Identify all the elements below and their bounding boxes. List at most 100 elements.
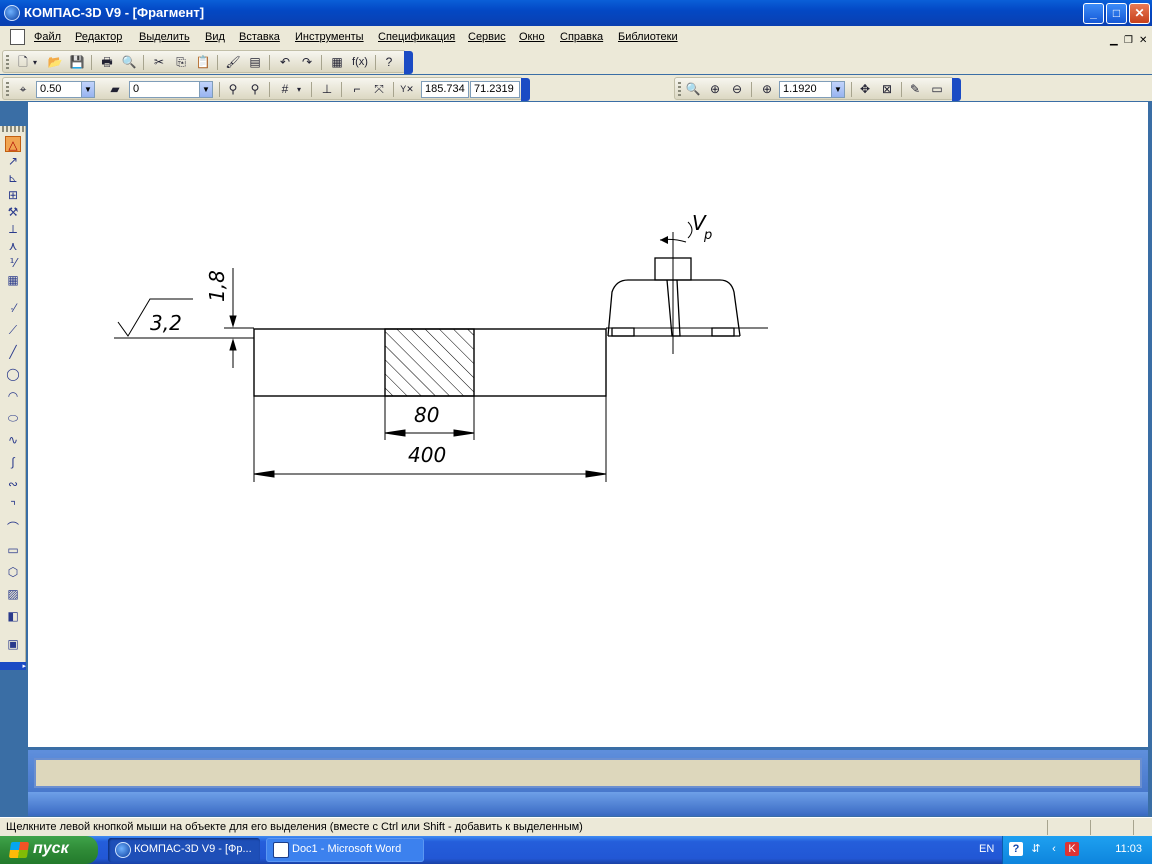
minimize-button[interactable]: _	[1083, 3, 1104, 24]
cut-icon[interactable]: ✂	[151, 55, 167, 70]
language-indicator[interactable]: EN	[979, 843, 994, 855]
drawing-canvas[interactable]: 3,2 1,8 80 400 V p	[28, 102, 1148, 747]
toolbar-options-icon[interactable]: ▸	[0, 662, 26, 670]
polyline-icon[interactable]: ∾	[5, 476, 21, 492]
fill-icon[interactable]: ◧	[5, 608, 21, 624]
manager-icon[interactable]: ▦	[329, 55, 345, 70]
tray-expand-icon[interactable]: ‹	[1047, 842, 1061, 856]
print-preview-icon[interactable]: 🔍	[121, 55, 137, 70]
arc-icon[interactable]: ◠	[5, 388, 21, 404]
layers-icon[interactable]: ▰	[107, 82, 123, 97]
bezier-icon[interactable]: ∫	[5, 454, 21, 470]
auxiliary-line-icon[interactable]: ⟋	[5, 322, 21, 338]
refresh-view-icon[interactable]: ✎	[907, 82, 923, 97]
menu-specification[interactable]: Спецификация	[378, 31, 455, 43]
step-field[interactable]: 0.50	[36, 81, 82, 98]
menu-help[interactable]: Справка	[560, 31, 603, 43]
parametric-mode-icon[interactable]: ⤧	[371, 82, 387, 97]
coord-x-field[interactable]: 185.734	[421, 81, 469, 98]
antivirus-tray-icon[interactable]: K	[1065, 842, 1079, 856]
open-icon[interactable]: 📂	[47, 55, 63, 70]
reports-panel-icon[interactable]: ▦	[5, 272, 21, 288]
geometry-panel-icon[interactable]: △	[5, 136, 21, 152]
snap-local-icon[interactable]: ⚲	[225, 82, 241, 97]
new-document-icon[interactable]: 🗋	[15, 55, 31, 70]
local-cs-icon[interactable]: ⊥	[319, 82, 335, 97]
ortho-mode-icon[interactable]: ⌐	[349, 82, 365, 97]
menu-select[interactable]: Выделить	[139, 31, 190, 43]
drawing-svg[interactable]: 3,2 1,8 80 400 V p	[28, 102, 1148, 747]
toolbar-options-icon[interactable]	[521, 78, 530, 101]
point-icon[interactable]: ·⁄	[5, 300, 21, 316]
dimensions-panel-icon[interactable]: ↗	[5, 153, 21, 169]
close-button[interactable]: ✕	[1129, 3, 1150, 24]
spline-icon[interactable]: ∿	[5, 432, 21, 448]
menu-service[interactable]: Сервис	[468, 31, 506, 43]
parametrization-panel-icon[interactable]: ⚒	[5, 204, 21, 220]
spec-panel-icon[interactable]: ⅟	[5, 255, 21, 271]
pan-icon[interactable]: ✥	[857, 82, 873, 97]
snap-global-icon[interactable]: ⚲	[247, 82, 263, 97]
help-tray-icon[interactable]: ?	[1009, 842, 1023, 856]
mdi-close-icon[interactable]: ✕	[1139, 35, 1147, 46]
mdi-minimize-icon[interactable]: ▁	[1110, 35, 1118, 46]
coord-y-field[interactable]: 71.2319	[470, 81, 520, 98]
fillet-icon[interactable]: ⌒	[5, 520, 21, 536]
selection-panel-icon[interactable]: ⋏	[5, 238, 21, 254]
menu-editor[interactable]: Редактор	[75, 31, 122, 43]
menu-window[interactable]: Окно	[519, 31, 545, 43]
rectangle-icon[interactable]: ▭	[5, 542, 21, 558]
print-icon[interactable]: 🖶	[99, 55, 115, 70]
start-button[interactable]: пуск	[0, 836, 98, 864]
milling-cutter[interactable]	[606, 221, 768, 354]
chamfer-icon[interactable]: ⌝	[5, 498, 21, 514]
layer-field[interactable]: 0	[129, 81, 201, 98]
zoom-field[interactable]: 1.1920	[779, 81, 835, 98]
circle-icon[interactable]: ◯	[5, 366, 21, 382]
zoom-in-icon[interactable]: ⊕	[707, 82, 723, 97]
zoom-dropdown-icon[interactable]: ▼	[831, 81, 845, 98]
display-settings-icon[interactable]: ▭	[929, 82, 945, 97]
editing-panel-icon[interactable]: ⊞	[5, 187, 21, 203]
undo-icon[interactable]: ↶	[277, 55, 293, 70]
mdi-restore-icon[interactable]: ❐	[1124, 35, 1133, 46]
properties-input-area[interactable]	[34, 758, 1142, 788]
redo-icon[interactable]: ↷	[299, 55, 315, 70]
new-dropdown-icon[interactable]: ▾	[31, 55, 39, 70]
zoom-scale-icon[interactable]: ⊕	[759, 82, 775, 97]
zoom-window-icon[interactable]: 🔍	[685, 82, 701, 97]
menu-view[interactable]: Вид	[205, 31, 225, 43]
maximize-button[interactable]: □	[1106, 3, 1127, 24]
save-icon[interactable]: 💾	[69, 55, 85, 70]
zoom-extents-icon[interactable]: ⊠	[879, 82, 895, 97]
insert-fragment-icon[interactable]: ▣	[5, 636, 21, 652]
toolbar-options-icon[interactable]	[404, 51, 413, 74]
cursor-step-icon[interactable]: ⌖	[15, 82, 31, 97]
grid-dropdown-icon[interactable]: ▾	[295, 82, 303, 97]
properties-brush-icon[interactable]: 🖌	[225, 55, 241, 70]
menu-tools[interactable]: Инструменты	[295, 31, 364, 43]
variables-fx-icon[interactable]: f(x)	[349, 55, 371, 70]
menu-insert[interactable]: Вставка	[239, 31, 280, 43]
toolbar-options-icon[interactable]	[952, 78, 961, 101]
layer-dropdown-icon[interactable]: ▼	[199, 81, 213, 98]
zoom-out-icon[interactable]: ⊖	[729, 82, 745, 97]
step-dropdown-icon[interactable]: ▼	[81, 81, 95, 98]
polygon-icon[interactable]: ⬡	[5, 564, 21, 580]
document-properties-icon[interactable]: ▤	[247, 55, 263, 70]
designations-panel-icon[interactable]: ⊾	[5, 170, 21, 186]
menu-file[interactable]: Файл	[34, 31, 61, 43]
hatch-icon[interactable]: ▨	[5, 586, 21, 602]
paste-icon[interactable]: 📋	[195, 55, 211, 70]
kompas-app-icon[interactable]	[4, 5, 20, 21]
menu-libraries[interactable]: Библиотеки	[618, 31, 678, 43]
network-tray-icon[interactable]: ⇵	[1029, 842, 1043, 856]
measure-panel-icon[interactable]: ⟂	[5, 221, 21, 237]
ellipse-icon[interactable]: ⬭	[5, 410, 21, 426]
segment-icon[interactable]: ╱	[5, 344, 21, 360]
document-icon[interactable]	[10, 29, 25, 45]
grid-icon[interactable]: #	[277, 82, 293, 97]
roughness-symbol[interactable]	[28, 298, 254, 339]
context-help-icon[interactable]: ?	[381, 55, 397, 70]
copy-icon[interactable]: ⎘	[173, 55, 189, 70]
